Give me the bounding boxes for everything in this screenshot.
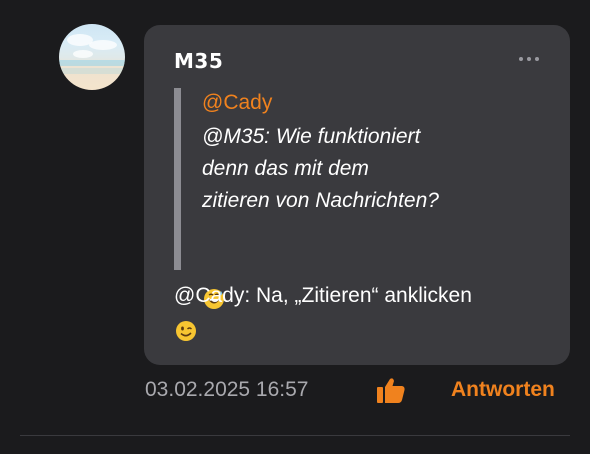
quote-line: @M35: Wie funktioniert [202,125,421,148]
more-options-icon[interactable] [518,55,540,63]
like-button[interactable] [374,376,408,406]
message-bubble: M35 @Cady @M35: Wie funktioniert denn da… [144,25,570,365]
reply-text: @Cady: Na, „Zitieren“ anklicken [174,284,472,307]
quote-mention[interactable]: @Cady [202,91,272,115]
quote-line: denn das mit dem [202,157,369,180]
reply-button[interactable]: Antworten [451,378,555,402]
quote-text: @M35: Wie funktioniert denn das mit dem … [202,121,522,217]
winking-face-icon [175,320,197,342]
divider [20,435,570,436]
timestamp: 03.02.2025 16:57 [145,378,309,401]
thumbs-up-icon [377,378,405,403]
avatar[interactable] [59,24,125,90]
username[interactable]: M35 [174,49,223,73]
quote-bar [174,88,181,270]
quoted-message: @Cady @M35: Wie funktioniert denn das mi… [174,88,534,309]
quote-line: zitieren von Nachrichten? [202,189,439,212]
